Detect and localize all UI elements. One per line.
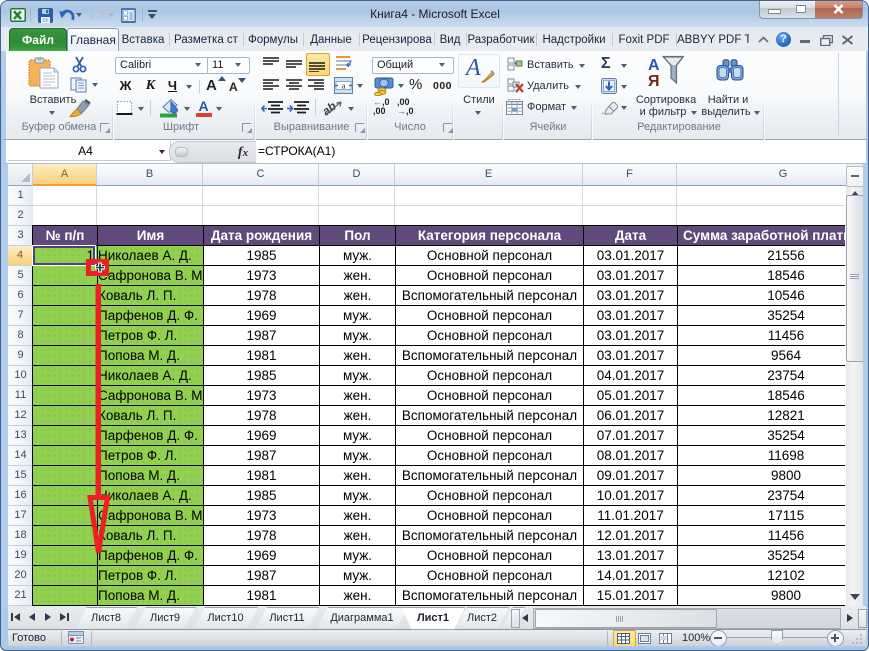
- svg-text:А: А: [648, 57, 660, 74]
- svg-text:a: a: [342, 82, 346, 91]
- svg-text:ab: ab: [321, 99, 339, 118]
- svg-text:Я: Я: [648, 73, 660, 89]
